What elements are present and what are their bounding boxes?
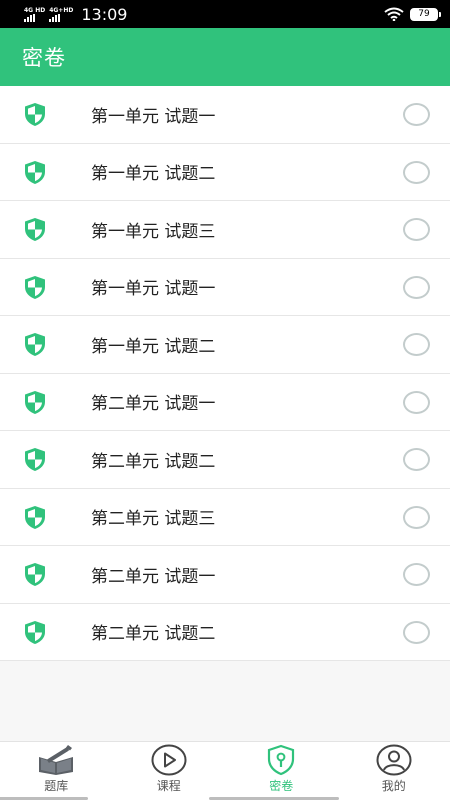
- list-item-label: 第一单元 试题一: [91, 106, 216, 127]
- bottom-tab-bar: 题库 课程 密卷 我的: [0, 741, 450, 800]
- list-item[interactable]: 第二单元 试题三: [0, 488, 450, 546]
- list-item-label: 第一单元 试题三: [91, 221, 216, 242]
- app-header: 密卷: [0, 28, 450, 86]
- radio-button[interactable]: [403, 160, 430, 184]
- radio-button[interactable]: [403, 275, 430, 299]
- list-item[interactable]: 第一单元 试题二: [0, 316, 450, 374]
- radio-button[interactable]: [403, 218, 430, 241]
- list-item-label: 第二单元 试题二: [91, 451, 216, 472]
- list-item[interactable]: 第一单元 试题一: [0, 86, 450, 144]
- shield-icon: [25, 218, 45, 241]
- list-item[interactable]: 第二单元 试题二: [0, 603, 450, 661]
- shield-icon: [25, 103, 45, 126]
- battery-icon: 79: [410, 7, 441, 21]
- tab-label: 题库: [44, 779, 69, 793]
- status-time: 13:09: [81, 4, 128, 24]
- radio-button[interactable]: [403, 333, 430, 356]
- radio-button[interactable]: [403, 448, 430, 471]
- shield-icon: [25, 333, 45, 356]
- shield-icon: [25, 505, 45, 529]
- shield-icon: [25, 563, 45, 586]
- page-title: 密卷: [22, 46, 66, 70]
- tab-courses[interactable]: 课程: [113, 742, 226, 800]
- radio-button[interactable]: [403, 390, 430, 414]
- tab-label: 我的: [381, 779, 406, 793]
- tab-label: 密卷: [269, 779, 294, 793]
- list-item-label: 第二单元 试题三: [91, 509, 216, 530]
- list-item-label: 第一单元 试题二: [91, 336, 216, 357]
- list-item-label: 第二单元 试题一: [91, 566, 216, 587]
- wifi-icon: [384, 7, 404, 21]
- list-item[interactable]: 第一单元 试题一: [0, 258, 450, 316]
- tab-question-bank[interactable]: 题库: [0, 742, 113, 800]
- list-item[interactable]: 第二单元 试题二: [0, 431, 450, 489]
- user-icon: [376, 744, 412, 776]
- shield-icon: [25, 160, 45, 184]
- list-item-label: 第一单元 试题二: [91, 164, 216, 185]
- shield-icon: [25, 275, 45, 299]
- radio-button[interactable]: [403, 563, 430, 586]
- shield-icon: [25, 448, 45, 471]
- status-bar: 4G HD 4G+HD 13:09 79: [0, 0, 450, 28]
- tab-profile[interactable]: 我的: [338, 742, 450, 800]
- list-item[interactable]: 第一单元 试题二: [0, 143, 450, 201]
- radio-button[interactable]: [403, 620, 430, 644]
- tab-secret-papers[interactable]: 密卷: [209, 742, 339, 800]
- play-circle-icon: [151, 744, 187, 776]
- signal-icon: 4G HD: [24, 7, 45, 22]
- radio-button[interactable]: [403, 505, 430, 529]
- list-item[interactable]: 第二单元 试题一: [0, 546, 450, 604]
- list-item-label: 第二单元 试题二: [91, 624, 216, 645]
- tab-label: 课程: [156, 779, 181, 793]
- list-item-label: 第二单元 试题一: [91, 394, 216, 415]
- shield-icon: [25, 390, 45, 414]
- network-type-label: 4G HD: [24, 6, 46, 14]
- network-type-label: 4G+HD: [49, 6, 74, 14]
- book-icon: [39, 745, 74, 775]
- paper-list: 第一单元 试题一 第一单元 试题二 第一单元 试题三 第一单元 试题一 第一单元…: [0, 86, 450, 661]
- signal-icon: 4G+HD: [49, 7, 73, 22]
- radio-button[interactable]: [403, 103, 430, 126]
- battery-level: 79: [418, 8, 430, 19]
- list-item[interactable]: 第一单元 试题三: [0, 201, 450, 259]
- shield-keyhole-icon: [268, 744, 295, 776]
- list-item-label: 第一单元 试题一: [91, 279, 216, 300]
- list-item[interactable]: 第二单元 试题一: [0, 373, 450, 431]
- shield-icon: [25, 620, 45, 644]
